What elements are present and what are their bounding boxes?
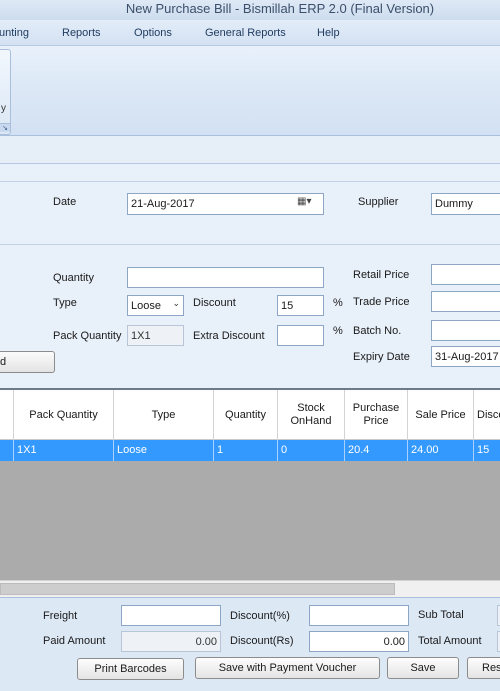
save-with-payment-voucher-button[interactable]: Save with Payment Voucher [195,657,380,679]
discount-value: 15 [281,300,294,312]
column-header[interactable]: Purchase Price [345,390,408,440]
table-cell[interactable]: 1 [214,440,278,461]
supplier-value: Dummy [435,198,473,210]
extra-discount-label: Extra Discount [193,330,265,342]
column-header[interactable]: Type [114,390,214,440]
expiry-date-value: 31-Aug-2017 [435,351,499,363]
add-button[interactable]: d [0,351,55,373]
column-header[interactable]: Disco [474,390,500,440]
reset-button[interactable]: Res [467,657,500,679]
discount-rs-value: 0.00 [383,636,405,648]
supplier-label: Supplier [358,196,399,208]
expiry-date-picker[interactable]: 31-Aug-2017 [431,346,500,367]
retail-price-input[interactable] [431,264,500,285]
totals-panel: Freight Discount(%) Sub Total Paid Amoun… [0,597,500,691]
discount-rs-label: Discount(Rs) [230,635,294,647]
trade-price-label: Trade Price [353,296,410,308]
dialog-launcher-icon[interactable]: ↘ [0,123,10,132]
chevron-down-icon: ⌄ [172,298,180,308]
add-button-label: d [0,356,7,368]
retail-price-label: Retail Price [353,269,410,281]
date-value: 21-Aug-2017 [131,198,195,210]
divider [0,181,500,182]
toolbar-strip [0,136,500,164]
discount-rs-input[interactable]: 0.00 [309,631,409,652]
total-amount-label: Total Amount [418,635,482,647]
expiry-date-label: Expiry Date [353,351,410,363]
entry-form: Date 21-Aug-2017 ▦▾ Supplier Dummy Quant… [0,164,500,388]
menu-general-reports[interactable]: General Reports [205,27,286,39]
column-header[interactable]: Quantity [214,390,278,440]
menu-help[interactable]: Help [317,27,340,39]
type-label: Type [53,297,77,309]
pack-quantity-value: 1X1 [131,330,151,342]
horizontal-scrollbar[interactable] [0,580,500,597]
discount-label: Discount [193,297,236,309]
discount-input[interactable]: 15 [277,295,324,316]
table-cell[interactable]: 0 [278,440,345,461]
paid-amount-label: Paid Amount [43,635,106,647]
table-row[interactable]: 1X1 Loose 1 0 20.4 24.00 15 [0,440,500,461]
column-header[interactable]: Pack Quantity [14,390,114,440]
table-cell[interactable]: 1X1 [14,440,114,461]
quantity-label: Quantity [53,272,94,284]
column-header[interactable]: Sale Price [408,390,474,440]
paid-amount-field: 0.00 [121,631,221,652]
row-selector[interactable] [0,440,14,461]
paid-amount-value: 0.00 [195,636,217,648]
ribbon-group: y ↘ [0,49,11,135]
date-label: Date [53,196,77,208]
pack-quantity-label: Pack Quantity [53,330,122,342]
ribbon-group-label: y [1,103,6,114]
freight-input[interactable] [121,605,221,626]
divider [0,244,500,245]
scrollbar-thumb[interactable] [0,583,395,595]
table-cell[interactable]: Loose [114,440,214,461]
print-barcodes-button[interactable]: Print Barcodes [77,658,184,680]
menu-bar: unting Reports Options General Reports H… [0,20,500,46]
save-button[interactable]: Save [387,657,459,679]
type-select[interactable]: Loose ⌄ [127,295,184,316]
discount-pct-label: Discount(%) [230,610,290,622]
grid-header: Pack Quantity Type Quantity Stock OnHand… [0,390,500,440]
type-value: Loose [131,300,161,312]
batch-no-label: Batch No. [353,325,402,337]
date-picker[interactable]: 21-Aug-2017 ▦▾ [127,193,324,215]
extra-discount-input[interactable] [277,325,324,346]
quantity-input[interactable] [127,267,324,288]
trade-price-input[interactable] [431,291,500,312]
menu-options[interactable]: Options [134,27,172,39]
menu-accounting[interactable]: unting [0,27,29,39]
extra-discount-percent-sign: % [333,325,343,337]
supplier-combobox[interactable]: Dummy [431,193,500,215]
calendar-dropdown-icon[interactable]: ▦▾ [297,196,321,211]
window-title: New Purchase Bill - Bismillah ERP 2.0 (F… [125,1,435,16]
table-cell[interactable]: 20.4 [345,440,408,461]
menu-reports[interactable]: Reports [62,27,101,39]
batch-no-input[interactable] [431,320,500,341]
ribbon: y ↘ [0,46,500,136]
row-header-cell [0,390,14,440]
title-bar: New Purchase Bill - Bismillah ERP 2.0 (F… [0,0,500,20]
freight-label: Freight [43,610,78,622]
column-header[interactable]: Stock OnHand [278,390,345,440]
table-cell[interactable]: 15 [474,440,500,461]
items-grid: Pack Quantity Type Quantity Stock OnHand… [0,388,500,597]
discount-percent-sign: % [333,297,343,309]
table-cell[interactable]: 24.00 [408,440,474,461]
discount-pct-input[interactable] [309,605,409,626]
sub-total-label: Sub Total [418,609,464,621]
pack-quantity-field: 1X1 [127,325,184,346]
